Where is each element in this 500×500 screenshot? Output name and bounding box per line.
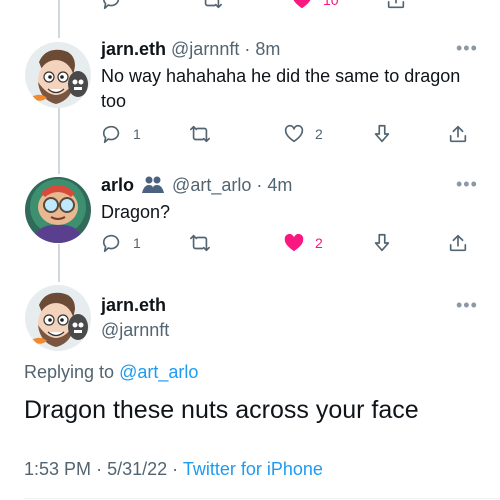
- jarn-avatar-image: [25, 42, 91, 108]
- reply-icon: [102, 125, 120, 144]
- separator: ·: [256, 175, 263, 195]
- reply-icon: [102, 0, 120, 10]
- reply-1-header: jarn.eth @jarnnft · 8m: [101, 38, 280, 60]
- share-action[interactable]: [447, 122, 469, 146]
- like-action[interactable]: 2: [283, 231, 323, 255]
- arrow-down-icon: [374, 233, 390, 252]
- share-action[interactable]: [385, 0, 407, 12]
- tip-action[interactable]: [371, 122, 393, 146]
- heart-filled-icon: [293, 0, 311, 9]
- heart-icon: [284, 124, 304, 143]
- reply-action[interactable]: [101, 0, 123, 12]
- replying-to: Replying to @art_arlo: [24, 362, 198, 383]
- heart-filled-icon: [284, 233, 304, 252]
- avatar-jarn[interactable]: [25, 42, 91, 108]
- top-tweet-actions: 10: [101, 0, 500, 12]
- meta-separator: ·: [96, 459, 103, 479]
- share-icon: [449, 234, 467, 252]
- reply-count: 1: [133, 126, 141, 142]
- separator: ·: [244, 39, 251, 59]
- retweet-action[interactable]: [201, 0, 223, 12]
- thread-line-2: [58, 244, 60, 282]
- share-action[interactable]: [447, 231, 469, 255]
- retweet-action[interactable]: [189, 122, 221, 146]
- like-action[interactable]: 2: [283, 122, 323, 146]
- timestamp[interactable]: 8m: [255, 39, 280, 59]
- like-count: 2: [315, 235, 323, 251]
- retweet-icon: [190, 234, 210, 252]
- jarn-avatar-image: [25, 285, 91, 351]
- timestamp[interactable]: 4m: [267, 175, 292, 195]
- replying-to-label: Replying to: [24, 362, 120, 382]
- author-handle[interactable]: @art_arlo: [172, 175, 251, 195]
- share-icon: [387, 0, 405, 9]
- author-handle[interactable]: @jarnnft: [171, 39, 239, 59]
- meta-separator: ·: [172, 459, 179, 479]
- reply-2-header: arlo @art_arlo · 4m: [101, 174, 292, 199]
- reply-2-text: Dragon?: [101, 202, 171, 222]
- replying-to-link[interactable]: @art_arlo: [119, 362, 198, 382]
- retweet-icon: [204, 0, 222, 9]
- reply-action[interactable]: 1: [101, 231, 141, 255]
- retweet-action[interactable]: [189, 231, 221, 255]
- author-name[interactable]: arlo: [101, 175, 134, 195]
- main-author-handle[interactable]: @jarnnft: [101, 320, 169, 341]
- tip-action[interactable]: [371, 231, 393, 255]
- author-name[interactable]: jarn.eth: [101, 39, 166, 59]
- tweet-meta: 1:53 PM · 5/31/22 · Twitter for iPhone: [24, 459, 323, 480]
- like-count: 2: [315, 126, 323, 142]
- reply-action[interactable]: 1: [101, 122, 141, 146]
- avatar-arlo[interactable]: [25, 177, 91, 243]
- tweet-time[interactable]: 1:53 PM: [24, 459, 91, 479]
- like-action[interactable]: 10: [291, 0, 339, 12]
- arrow-down-icon: [374, 124, 390, 143]
- main-author-name[interactable]: jarn.eth: [101, 295, 166, 316]
- thread-line-1: [58, 108, 60, 174]
- main-tweet-text: Dragon these nuts across your face: [24, 396, 419, 424]
- retweet-icon: [190, 125, 210, 143]
- affiliation-badge-icon: [141, 174, 165, 199]
- reply-count: 1: [133, 235, 141, 251]
- reply-2-actions: 1 2: [101, 231, 500, 255]
- share-icon: [449, 125, 467, 143]
- arlo-avatar-image: [25, 177, 91, 243]
- more-options-icon[interactable]: •••: [456, 38, 478, 59]
- thread-line-top: [58, 0, 60, 38]
- divider: [24, 498, 500, 499]
- reply-1-text: No way hahahaha he did the same to drago…: [101, 66, 461, 111]
- tweet-source-link[interactable]: Twitter for iPhone: [183, 459, 323, 479]
- reply-icon: [102, 234, 120, 253]
- avatar-jarn-main[interactable]: [25, 285, 91, 351]
- like-count: 10: [323, 0, 339, 8]
- more-options-icon[interactable]: •••: [456, 174, 478, 195]
- tweet-date[interactable]: 5/31/22: [107, 459, 167, 479]
- reply-1-actions: 1 2: [101, 122, 500, 146]
- more-options-icon[interactable]: •••: [456, 295, 478, 316]
